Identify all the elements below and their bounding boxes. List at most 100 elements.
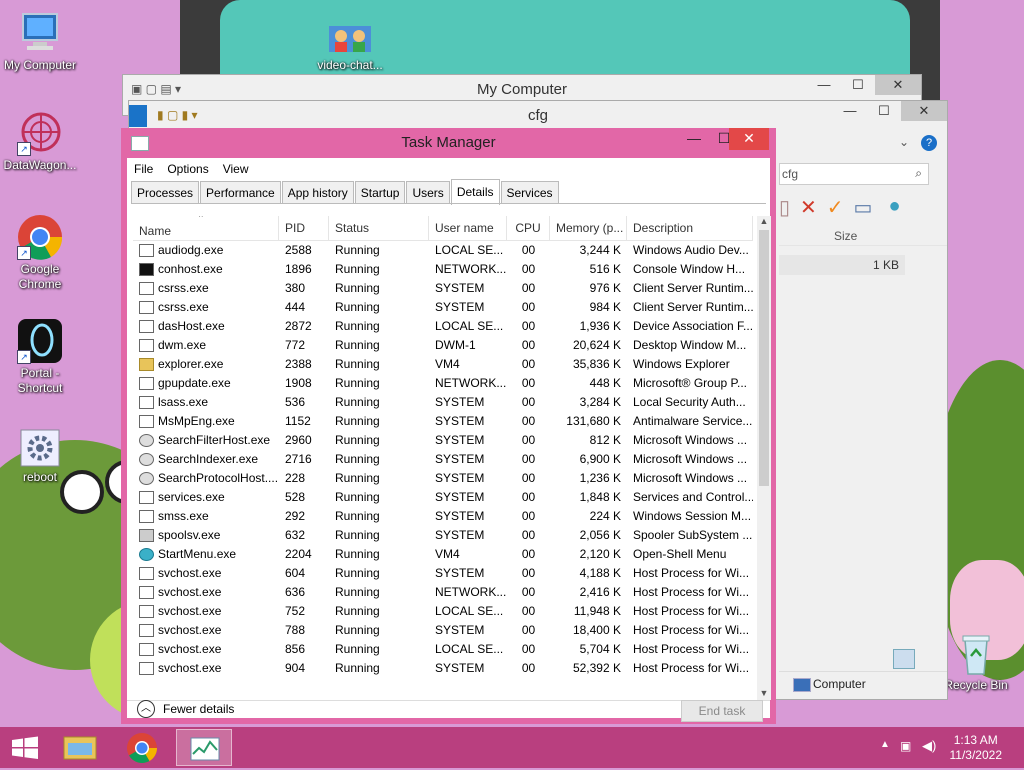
tab-app-history[interactable]: App history <box>281 181 354 203</box>
table-row[interactable]: MsMpEng.exe 1152 Running SYSTEM 00 131,680 K A… <box>133 412 753 431</box>
desktop-icon-portal-shortcut[interactable]: ↗ Portal - Shortcut <box>0 318 80 396</box>
minimize-button[interactable]: — <box>679 128 709 150</box>
desktop-icon-reboot[interactable]: reboot <box>0 428 80 485</box>
cfg-titlebar[interactable]: ▮ ▢ ▮ ▾ cfg — ☐ ✕ <box>129 101 947 129</box>
menu-view[interactable]: View <box>216 158 256 180</box>
details-view-icon[interactable] <box>893 649 915 669</box>
clock[interactable]: 1:13 AM 11/3/2022 <box>950 733 1003 763</box>
tray-overflow-icon[interactable]: ▲ <box>880 739 890 750</box>
close-button[interactable]: ✕ <box>901 101 947 121</box>
process-user-name: DWM-1 <box>435 338 476 352</box>
check-icon[interactable]: ✓ <box>827 195 844 220</box>
tab-startup[interactable]: Startup <box>354 181 406 203</box>
desktop-icon-recycle-bin[interactable]: Recycle Bin <box>936 630 1016 693</box>
maximize-button[interactable]: ☐ <box>867 101 901 121</box>
table-row[interactable]: svchost.exe 604 Running SYSTEM 00 4,188 K Host… <box>133 564 753 583</box>
fewer-details-button[interactable]: ︿ Fewer details <box>137 700 234 718</box>
column-header-pid[interactable]: PID <box>279 216 329 240</box>
search-icon[interactable]: ⌕ <box>915 166 922 181</box>
table-row[interactable]: SearchFilterHost.exe 2960 Running SYSTEM 00 8… <box>133 431 753 450</box>
table-row[interactable]: csrss.exe 444 Running SYSTEM 00 984 K Client S… <box>133 298 753 317</box>
table-row[interactable]: svchost.exe 636 Running NETWORK... 00 2,416 K… <box>133 583 753 602</box>
table-row[interactable]: dwm.exe 772 Running DWM-1 00 20,624 K Desktop … <box>133 336 753 355</box>
table-row[interactable]: explorer.exe 2388 Running VM4 00 35,836 K Wind… <box>133 355 753 374</box>
minimize-button[interactable]: — <box>833 101 867 121</box>
table-row[interactable]: gpupdate.exe 1908 Running NETWORK... 00 448 K… <box>133 374 753 393</box>
menu-file[interactable]: File <box>127 158 160 180</box>
table-row[interactable]: spoolsv.exe 632 Running SYSTEM 00 2,056 K Spoo… <box>133 526 753 545</box>
chevron-down-icon[interactable]: ⌄ <box>899 135 909 149</box>
process-status: Running <box>335 395 380 409</box>
desktop-icon-google-chrome[interactable]: ↗ Google Chrome <box>0 214 80 292</box>
tab-users[interactable]: Users <box>406 181 450 203</box>
close-button[interactable]: ✕ <box>729 128 769 150</box>
column-header-name[interactable]: Name ^ <box>133 216 279 240</box>
scroll-down-icon[interactable]: ▼ <box>757 688 771 700</box>
taskbar-chrome[interactable] <box>114 729 170 766</box>
process-memory: 11,948 K <box>573 604 621 618</box>
process-name: svchost.exe <box>158 604 222 618</box>
menu-options[interactable]: Options <box>160 158 215 180</box>
large-icons-view-icon[interactable] <box>919 649 939 667</box>
scrollbar-thumb[interactable] <box>759 230 769 486</box>
volume-icon[interactable]: ◀) <box>922 738 936 754</box>
table-row[interactable]: dasHost.exe 2872 Running LOCAL SE... 00 1,936… <box>133 317 753 336</box>
paste-icon[interactable]: ▯ <box>779 195 790 220</box>
column-header-memory[interactable]: Memory (p... <box>550 216 627 240</box>
column-header-size[interactable]: Size <box>834 229 857 243</box>
table-row[interactable]: smss.exe 292 Running SYSTEM 00 224 K Windows S… <box>133 507 753 526</box>
process-name-cell: svchost.exe <box>133 640 279 659</box>
scroll-up-icon[interactable]: ▲ <box>757 216 771 228</box>
taskbar-file-explorer[interactable] <box>52 729 108 766</box>
column-header-cpu[interactable]: CPU <box>507 216 550 240</box>
desktop-icon-datawagon[interactable]: ↗ DataWagon... <box>0 110 80 173</box>
network-icon[interactable]: ▣ <box>900 739 911 753</box>
tab-services[interactable]: Services <box>500 181 559 203</box>
start-button[interactable] <box>0 729 56 766</box>
table-row[interactable]: SearchIndexer.exe 2716 Running SYSTEM 00 6,90… <box>133 450 753 469</box>
desktop-icon-video-chat[interactable]: video-chat... <box>310 24 390 73</box>
rename-icon[interactable]: ▭ <box>854 195 873 220</box>
process-window-icon <box>139 244 154 257</box>
my-computer-titlebar[interactable]: ▣ ▢ ▤ ▾ My Computer — ☐ ✕ <box>123 75 921 103</box>
table-row[interactable]: svchost.exe 856 Running LOCAL SE... 00 5,704 … <box>133 640 753 659</box>
tab-details[interactable]: Details <box>450 179 500 205</box>
process-user-name: SYSTEM <box>435 528 485 542</box>
process-description: Microsoft Windows ... <box>633 471 748 485</box>
table-row[interactable]: lsass.exe 536 Running SYSTEM 00 3,284 K Local … <box>133 393 753 412</box>
tab-processes[interactable]: Processes <box>131 181 200 203</box>
table-row[interactable]: csrss.exe 380 Running SYSTEM 00 976 K Client S… <box>133 279 753 298</box>
help-icon[interactable]: ? <box>921 135 937 151</box>
table-row[interactable]: svchost.exe 904 Running SYSTEM 00 52,392 K Hos… <box>133 659 753 678</box>
table-row[interactable]: conhost.exe 1896 Running NETWORK... 00 516 K C… <box>133 260 753 279</box>
column-header-user-name[interactable]: User name <box>429 216 507 240</box>
minimize-button[interactable]: — <box>807 75 841 95</box>
table-row[interactable]: services.exe 528 Running SYSTEM 00 1,848 K Ser… <box>133 488 753 507</box>
end-task-button[interactable]: End task <box>681 700 763 722</box>
search-box[interactable]: cfg ⌕ <box>779 163 929 185</box>
column-header-description[interactable]: Description <box>627 216 753 240</box>
process-cpu: 00 <box>521 528 536 542</box>
table-row[interactable]: svchost.exe 752 Running LOCAL SE... 00 11,948… <box>133 602 753 621</box>
delete-icon[interactable]: ✕ <box>800 195 817 220</box>
table-row[interactable]: SearchProtocolHost.... 228 Running SYSTEM 00… <box>133 469 753 488</box>
table-row[interactable]: StartMenu.exe 2204 Running VM4 00 2,120 K Open… <box>133 545 753 564</box>
process-description: Client Server Runtim... <box>633 300 753 314</box>
table-row[interactable]: audiodg.exe 2588 Running LOCAL SE... 00 3,244… <box>133 241 753 260</box>
task-manager-window[interactable]: Task Manager — ☐ ✕ File Options View Pro… <box>121 128 776 724</box>
file-row[interactable]: 1 KB <box>779 255 905 275</box>
close-button[interactable]: ✕ <box>875 75 921 95</box>
process-status: Running <box>335 262 380 276</box>
desktop-icon-my-computer[interactable]: My Computer <box>0 10 80 73</box>
table-row[interactable]: svchost.exe 788 Running SYSTEM 00 18,400 K Hos… <box>133 621 753 640</box>
process-status: Running <box>335 319 380 333</box>
process-window-icon <box>139 662 154 675</box>
maximize-button[interactable]: ☐ <box>841 75 875 95</box>
properties-icon[interactable]: ● <box>888 195 900 220</box>
vertical-scrollbar[interactable]: ▲ ▼ <box>757 216 771 700</box>
search-input[interactable]: cfg <box>782 167 798 181</box>
tab-performance[interactable]: Performance <box>200 181 281 203</box>
column-header-status[interactable]: Status <box>329 216 429 240</box>
process-user-name: VM4 <box>435 357 460 371</box>
taskbar-task-manager[interactable] <box>176 729 232 766</box>
